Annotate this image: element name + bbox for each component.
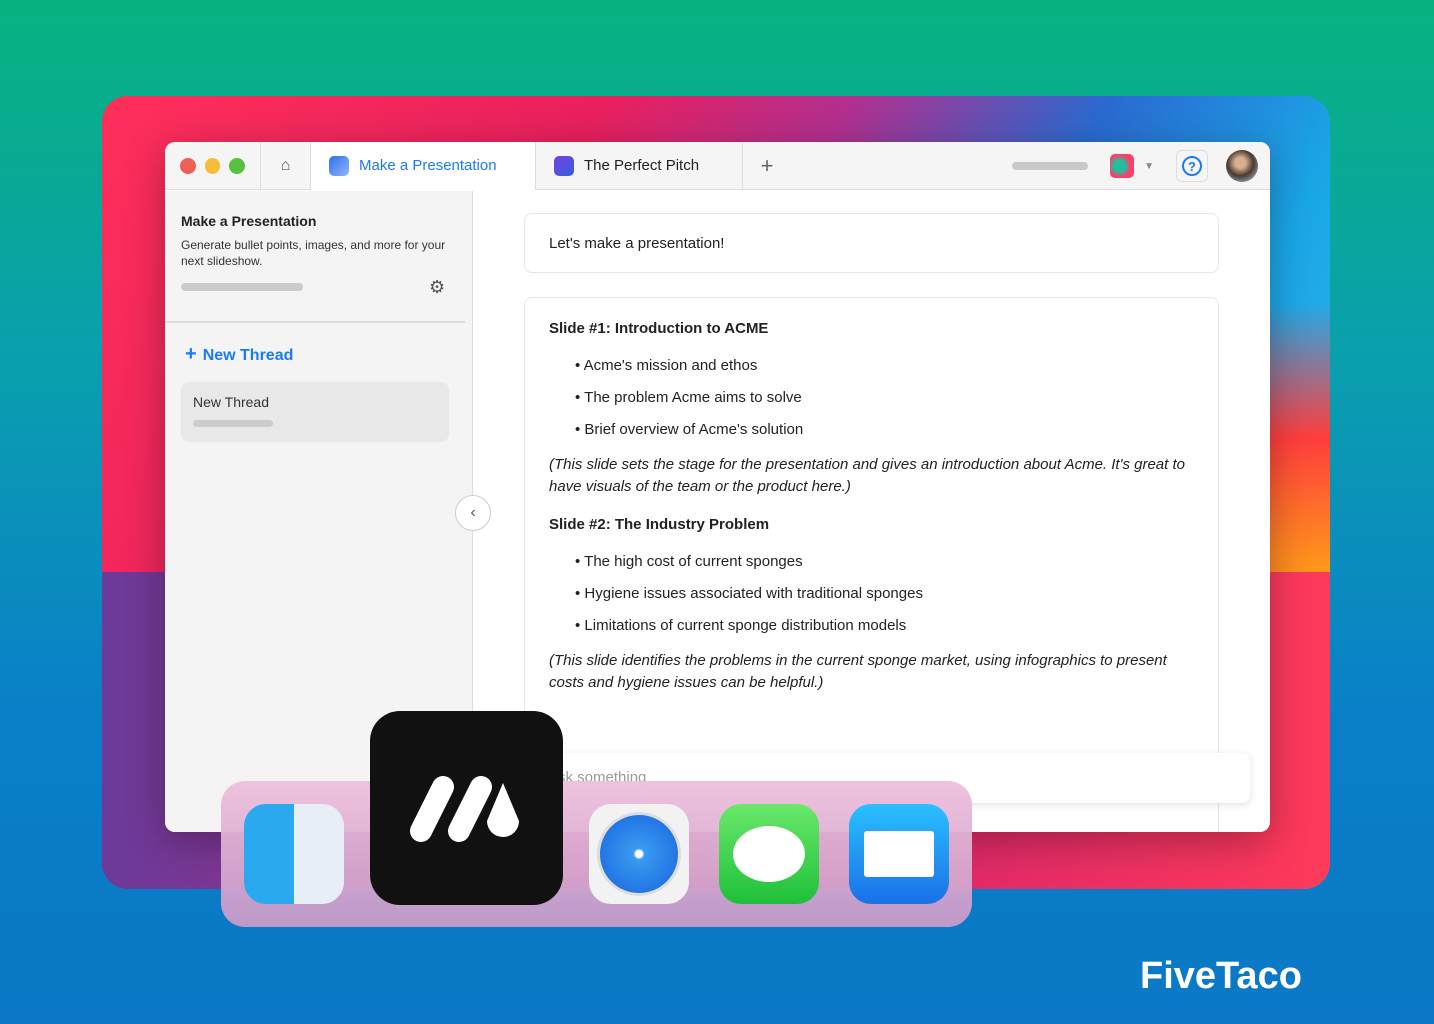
placeholder-bar: [1012, 162, 1089, 170]
mail-icon[interactable]: [849, 804, 949, 904]
app-window: ⌂ Make a Presentation The Perfect Pitch …: [165, 142, 1270, 832]
chevron-down-icon[interactable]: ▼: [1144, 161, 1154, 172]
help-icon: ?: [1182, 156, 1202, 176]
finder-icon[interactable]: [244, 804, 344, 904]
window-controls: [165, 142, 261, 189]
workspace-icon[interactable]: [1110, 154, 1135, 178]
thread-label: New Thread: [193, 394, 270, 410]
safari-icon[interactable]: [589, 804, 689, 904]
tab-make-a-presentation[interactable]: Make a Presentation: [311, 142, 536, 190]
brand-logo: FiveTaco: [1140, 955, 1302, 997]
title-bar: ⌂ Make a Presentation The Perfect Pitch …: [165, 142, 1270, 190]
new-thread-label: New Thread: [202, 347, 294, 364]
app-logo-icon: [370, 711, 563, 905]
sidebar-description: Generate bullet points, images, and more…: [181, 238, 446, 268]
thread-item[interactable]: New Thread: [181, 382, 449, 442]
chevron-left-icon: ‹: [470, 504, 476, 521]
close-button[interactable]: [180, 157, 196, 174]
gear-icon[interactable]: ⚙: [429, 277, 445, 298]
user-message: Let's make a presentation!: [524, 213, 1219, 273]
easel-icon: [554, 155, 574, 176]
bullet: Hygiene issues associated with tradition…: [575, 585, 1194, 602]
minimize-button[interactable]: [204, 157, 221, 174]
placeholder-bar: [193, 420, 273, 427]
bullet: Acme's mission and ethos: [575, 357, 1194, 374]
bullet: Brief overview of Acme's solution: [575, 421, 1194, 438]
zoom-button[interactable]: [229, 157, 246, 174]
divider: [165, 321, 465, 323]
collapse-sidebar-button[interactable]: ‹: [455, 495, 491, 531]
new-tab-button[interactable]: +: [743, 153, 791, 179]
bullet: The problem Acme aims to solve: [575, 389, 1194, 406]
slide-title: Slide #1: Introduction to ACME: [549, 320, 769, 337]
tab-the-perfect-pitch[interactable]: The Perfect Pitch: [536, 142, 743, 189]
home-icon[interactable]: ⌂: [261, 142, 311, 189]
assistant-message: Slide #1: Introduction to ACME Acme's mi…: [524, 297, 1219, 832]
chat-area: Let's make a presentation! Slide #1: Int…: [474, 191, 1270, 832]
tab-label: Make a Presentation: [359, 157, 497, 174]
avatar[interactable]: [1226, 150, 1258, 182]
sidebar-title: Make a Presentation: [181, 213, 317, 229]
plus-icon: +: [185, 343, 197, 365]
slide-title: Slide #2: The Industry Problem: [549, 516, 770, 533]
slide-note: (This slide identifies the problems in t…: [549, 652, 1167, 691]
messages-icon[interactable]: [719, 804, 819, 904]
new-thread-button[interactable]: + New Thread: [185, 343, 293, 366]
placeholder-bar: [181, 283, 303, 291]
help-button[interactable]: ?: [1176, 150, 1208, 182]
slide-note: (This slide sets the stage for the prese…: [549, 456, 1185, 495]
bullet: Limitations of current sponge distributi…: [575, 617, 1194, 634]
bullet: The high cost of current sponges: [575, 553, 1194, 570]
presentation-icon: [329, 155, 349, 176]
tab-label: The Perfect Pitch: [584, 157, 700, 174]
